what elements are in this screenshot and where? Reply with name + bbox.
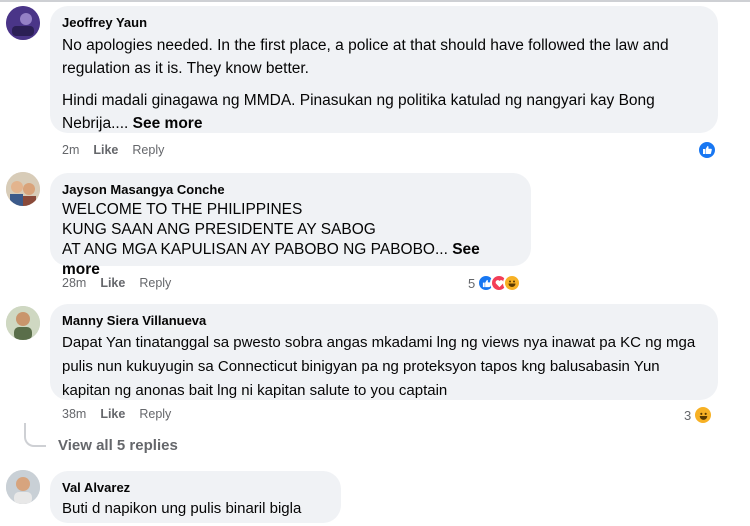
comment-bubble: Jayson Masangya Conche WELCOME TO THE PH… [50,173,531,278]
comment-timestamp[interactable]: 28m [62,276,86,290]
reaction-summary[interactable]: 5 [468,274,522,292]
reaction-summary[interactable]: 3 [684,405,714,425]
avatar-val-alvarez[interactable] [6,470,40,504]
comment-author[interactable]: Manny Siera Villanueva [62,312,706,329]
comment-actions: 38m Like Reply [62,407,171,421]
haha-reaction-icon [693,405,714,425]
comment-timestamp[interactable]: 2m [62,143,79,157]
view-replies-link[interactable]: View all 5 replies [58,437,178,454]
avatar-image [6,6,40,40]
like-button[interactable]: Like [100,276,125,290]
avatar-manny-siera-villanueva[interactable] [6,306,40,340]
reply-button[interactable]: Reply [139,407,171,421]
reaction-summary[interactable] [697,140,717,160]
like-reaction-icon [697,140,717,160]
comment-actions: 28m Like Reply [62,276,171,290]
comment-author[interactable]: Jayson Masangya Conche [62,181,519,198]
comment-author[interactable]: Val Alvarez [62,479,329,496]
avatar-image [6,470,40,504]
comment-paragraph-2: Hindi madali ginagawa ng MMDA. Pinasukan… [62,89,706,135]
like-button[interactable]: Like [93,143,118,157]
comment-text: Buti d napikon ung pulis binaril bigla [62,500,302,517]
reply-thread-connector [24,423,46,447]
comment-author[interactable]: Jeoffrey Yaun [62,14,706,31]
comment-timestamp[interactable]: 38m [62,407,86,421]
reply-button[interactable]: Reply [132,143,164,157]
comment-bubble: Val Alvarez Buti d napikon ung pulis bin… [50,471,341,523]
see-more-link[interactable]: See more [133,115,203,132]
comment-text: No apologies needed. In the first place,… [62,34,706,135]
comment-bubble: Manny Siera Villanueva Dapat Yan tinatan… [50,304,718,400]
avatar-image [6,306,40,340]
comment-line-text: AT ANG MGA KAPULISAN AY PABOBO NG PABOBO… [62,241,448,258]
comment-text: Dapat Yan tinatanggal sa pwesto sobra an… [62,334,696,399]
reply-button[interactable]: Reply [139,276,171,290]
haha-reaction-icon [503,274,522,292]
like-button[interactable]: Like [100,407,125,421]
comment-actions: 2m Like Reply [62,143,164,157]
reaction-count: 3 [684,407,692,423]
reaction-count: 5 [468,275,476,291]
avatar-jayson-masangya-conche[interactable] [6,172,40,206]
comment-line: WELCOME TO THE PHILIPPINES [62,201,303,218]
avatar-image [6,172,40,206]
comment-line-3: AT ANG MGA KAPULISAN AY PABOBO NG PABOBO… [62,240,519,280]
comment-paragraph: No apologies needed. In the first place,… [62,37,669,77]
top-divider [0,0,750,2]
avatar-jeoffrey-yaun[interactable] [6,6,40,40]
comment-bubble: Jeoffrey Yaun No apologies needed. In th… [50,6,718,133]
comment-line: KUNG SAAN ANG PRESIDENTE AY SABOG [62,221,376,238]
comment-text: WELCOME TO THE PHILIPPINES KUNG SAAN ANG… [62,200,519,280]
